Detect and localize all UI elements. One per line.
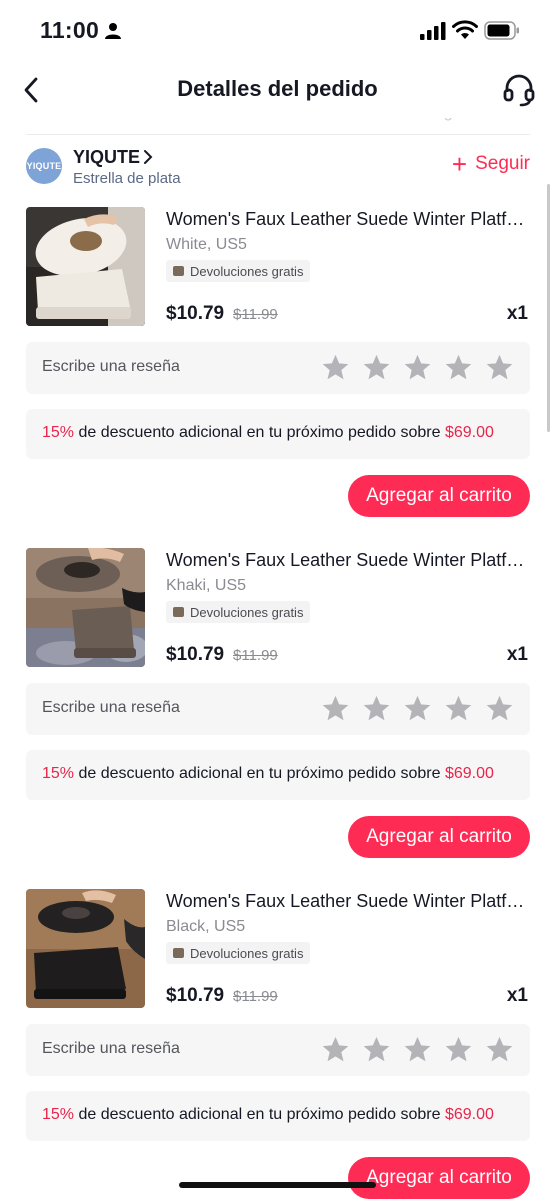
product-price: $10.79 [166,644,225,665]
star-icon[interactable] [485,1035,514,1064]
promo-percent: 15% [42,765,75,782]
promo-text: de descuento adicional en tu próximo ped… [74,424,445,441]
product-title[interactable]: Women's Faux Leather Suede Winter Platfo… [166,891,530,912]
product-variant: White, US5 [166,236,247,253]
promo-amount: $69.00 [444,424,494,441]
original-price: $11.99 [233,306,278,323]
star-icon[interactable] [362,353,391,382]
original-price: $11.99 [233,988,278,1005]
return-box-icon [173,607,184,617]
product-quantity: x1 [506,303,528,324]
review-row[interactable]: Escribe una reseña [26,342,530,394]
boot-image-black [26,889,145,1008]
product-price: $10.79 [166,985,225,1006]
star-icon[interactable] [403,353,432,382]
product-title[interactable]: Women's Faux Leather Suede Winter Platfo… [166,209,530,230]
next-order-promo: 15% de descuento adicional en tu próximo… [26,1091,530,1141]
product-title[interactable]: Women's Faux Leather Suede Winter Platfo… [166,550,530,571]
star-icon[interactable] [403,694,432,723]
star-icon[interactable] [485,694,514,723]
add-to-cart-button[interactable]: Agregar al carrito [348,816,530,858]
star-rating[interactable] [321,353,514,382]
promo-text: de descuento adicional en tu próximo ped… [74,1106,445,1123]
promo-text: de descuento adicional en tu próximo ped… [74,765,445,782]
next-order-promo: 15% de descuento adicional en tu próximo… [26,750,530,800]
promo-percent: 15% [42,424,75,441]
star-icon[interactable] [444,694,473,723]
free-returns-badge: Devoluciones gratis [166,601,311,623]
star-icon[interactable] [444,353,473,382]
headset-icon [503,74,535,107]
plus-icon: + [451,149,468,179]
product-thumbnail[interactable] [26,548,145,667]
product-price: $10.79 [166,303,225,324]
star-icon[interactable] [485,353,514,382]
add-to-cart-button[interactable]: Agregar al carrito [348,475,530,517]
review-prompt: Escribe una reseña [42,1040,180,1057]
product-thumbnail[interactable] [26,889,145,1008]
home-indicator[interactable] [179,1182,376,1188]
status-bar: 11:00 [0,0,555,62]
status-time: 11:00 [40,17,100,43]
return-box-icon [173,266,184,276]
free-returns-badge: Devoluciones gratis [166,942,311,964]
star-icon[interactable] [362,1035,391,1064]
free-returns-badge: Devoluciones gratis [166,260,311,282]
return-box-icon [173,948,184,958]
store-avatar[interactable]: YIQUTE [26,148,62,184]
free-returns-label: Devoluciones gratis [190,263,304,279]
review-prompt: Escribe una reseña [42,358,180,375]
review-row[interactable]: Escribe una reseña [26,683,530,735]
promo-amount: $69.00 [444,1106,494,1123]
star-icon[interactable] [321,1035,350,1064]
star-icon[interactable] [403,1035,432,1064]
support-button[interactable] [501,72,537,108]
promo-percent: 15% [42,1106,75,1123]
product-quantity: x1 [506,644,528,665]
nav-bar: Detalles del pedido [0,62,555,118]
product-thumbnail[interactable] [26,207,145,326]
review-row[interactable]: Escribe una reseña [26,1024,530,1076]
follow-button[interactable]: + Seguir [451,149,530,179]
free-returns-label: Devoluciones gratis [190,604,304,620]
wifi-icon [452,20,478,39]
store-name-link[interactable]: YIQUTE [73,147,140,168]
product-quantity: x1 [506,985,528,1006]
cellular-signal-icon [420,22,446,40]
next-order-promo: 15% de descuento adicional en tu próximo… [26,409,530,459]
star-rating[interactable] [321,694,514,723]
star-icon[interactable] [321,694,350,723]
product-variant: Khaki, US5 [166,577,247,594]
scrollbar[interactable] [547,184,550,432]
chevron-right-icon[interactable] [143,149,153,165]
free-returns-label: Devoluciones gratis [190,945,304,961]
star-icon[interactable] [444,1035,473,1064]
promo-amount: $69.00 [444,765,494,782]
product-variant: Black, US5 [166,918,246,935]
review-prompt: Escribe una reseña [42,699,180,716]
person-icon [105,23,121,39]
divider [26,134,530,135]
add-to-cart-button[interactable]: Agregar al carrito [348,1157,530,1199]
store-header: YIQUTE YIQUTE Estrella de plata + Seguir [26,145,530,187]
boot-image-khaki [26,548,145,667]
battery-icon [484,21,519,40]
page-title: Detalles del pedido [177,76,378,101]
boot-image-white [26,207,145,326]
star-icon[interactable] [362,694,391,723]
star-icon[interactable] [321,353,350,382]
original-price: $11.99 [233,647,278,664]
follow-label: Seguir [475,153,530,174]
star-rating[interactable] [321,1035,514,1064]
store-level: Estrella de plata [73,170,181,187]
